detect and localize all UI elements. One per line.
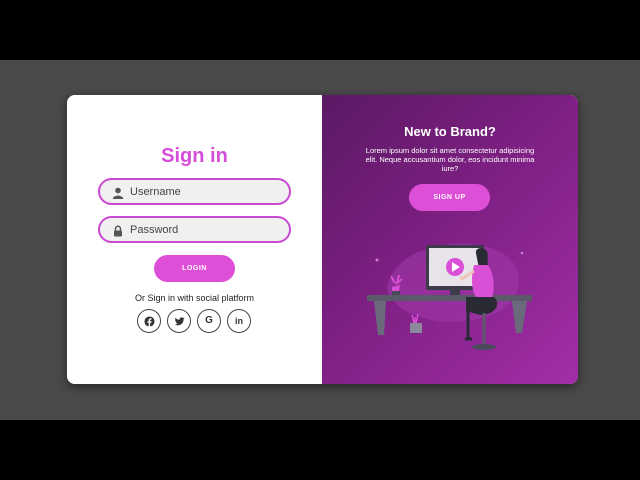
signup-description: Lorem ipsum dolor sit amet consectetur a… <box>365 146 535 173</box>
signup-panel: New to Brand? Lorem ipsum dolor sit amet… <box>322 95 578 384</box>
signin-title: Sign in <box>161 145 228 167</box>
lock-icon <box>112 224 124 237</box>
social-links: G in <box>137 309 252 333</box>
password-field[interactable] <box>98 216 291 243</box>
twitter-icon <box>174 317 185 326</box>
linkedin-icon: in <box>235 316 243 326</box>
desk-illustration <box>367 243 532 350</box>
twitter-button[interactable] <box>167 309 191 333</box>
password-input[interactable] <box>130 218 280 241</box>
signup-button[interactable]: SIGN UP <box>409 184 490 211</box>
linkedin-button[interactable]: in <box>227 309 251 333</box>
signup-title: New to Brand? <box>404 124 496 139</box>
username-field[interactable] <box>98 178 291 205</box>
auth-card: Sign in LOGIN Or Sign in with social pla… <box>67 95 578 384</box>
username-input[interactable] <box>130 180 280 203</box>
social-signin-text: Or Sign in with social platform <box>134 293 255 303</box>
user-icon <box>112 186 124 199</box>
signin-panel: Sign in LOGIN Or Sign in with social pla… <box>67 95 322 384</box>
facebook-icon <box>144 316 155 327</box>
google-button[interactable]: G <box>197 309 221 333</box>
login-button[interactable]: LOGIN <box>154 255 235 282</box>
video-frame-background: Sign in LOGIN Or Sign in with social pla… <box>0 60 640 420</box>
google-icon: G <box>205 315 213 326</box>
facebook-button[interactable] <box>137 309 161 333</box>
